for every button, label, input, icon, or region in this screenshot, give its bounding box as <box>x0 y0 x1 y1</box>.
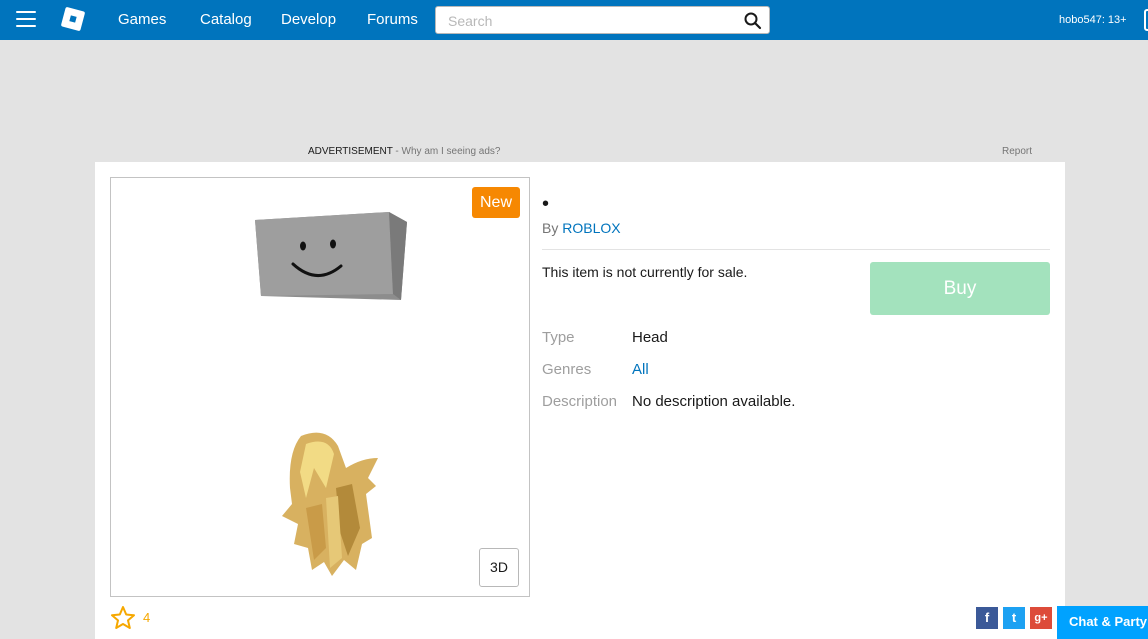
item-details-card: New 3D • By ROBLOX This item is not curr… <box>95 162 1065 639</box>
facebook-share-icon[interactable]: f <box>976 607 998 629</box>
twitter-share-icon[interactable]: t <box>1003 607 1025 629</box>
view-3d-button[interactable]: 3D <box>479 548 519 587</box>
google-plus-share-icon[interactable]: g+ <box>1030 607 1052 629</box>
roblox-logo-icon[interactable] <box>60 6 86 32</box>
username-age-label[interactable]: hobo547: 13+ <box>1059 14 1127 26</box>
search-input[interactable] <box>448 11 728 31</box>
advertisement-label: ADVERTISEMENT - Why am I seeing ads? <box>308 146 500 157</box>
creator-link[interactable]: ROBLOX <box>562 220 620 236</box>
buy-button[interactable]: Buy <box>870 262 1050 315</box>
genres-label: Genres <box>542 361 592 378</box>
ad-title: ADVERTISEMENT <box>308 146 393 157</box>
nav-develop[interactable]: Develop <box>281 11 336 28</box>
sale-status-text: This item is not currently for sale. <box>542 264 748 280</box>
report-ad-link[interactable]: Report <box>1002 146 1032 157</box>
by-prefix: By <box>542 220 563 236</box>
hair-accessory-image <box>282 432 378 576</box>
favorite-star-icon[interactable] <box>110 605 136 631</box>
hamburger-menu-icon[interactable] <box>16 11 36 27</box>
nav-forums[interactable]: Forums <box>367 11 418 28</box>
item-thumbnail: New 3D <box>110 177 530 597</box>
nav-catalog[interactable]: Catalog <box>200 11 252 28</box>
type-label: Type <box>542 329 575 346</box>
robux-icon[interactable] <box>1144 9 1148 31</box>
nav-games[interactable]: Games <box>118 11 166 28</box>
why-ads-link[interactable]: - Why am I seeing ads? <box>393 146 500 157</box>
description-value: No description available. <box>632 393 796 410</box>
genres-value-link[interactable]: All <box>632 361 649 378</box>
search-box <box>435 6 770 34</box>
top-navigation-bar: Games Catalog Develop Forums hobo547: 13… <box>0 0 1148 40</box>
head-model-image <box>255 212 407 300</box>
favorite-count: 4 <box>143 610 151 625</box>
type-value: Head <box>632 329 668 346</box>
description-label: Description <box>542 393 618 410</box>
item-title: • <box>542 193 550 215</box>
divider <box>542 249 1050 250</box>
chat-party-button[interactable]: Chat & Party <box>1057 606 1148 639</box>
creator-byline: By ROBLOX <box>542 220 621 236</box>
new-badge: New <box>472 187 520 218</box>
search-icon[interactable] <box>743 11 763 31</box>
